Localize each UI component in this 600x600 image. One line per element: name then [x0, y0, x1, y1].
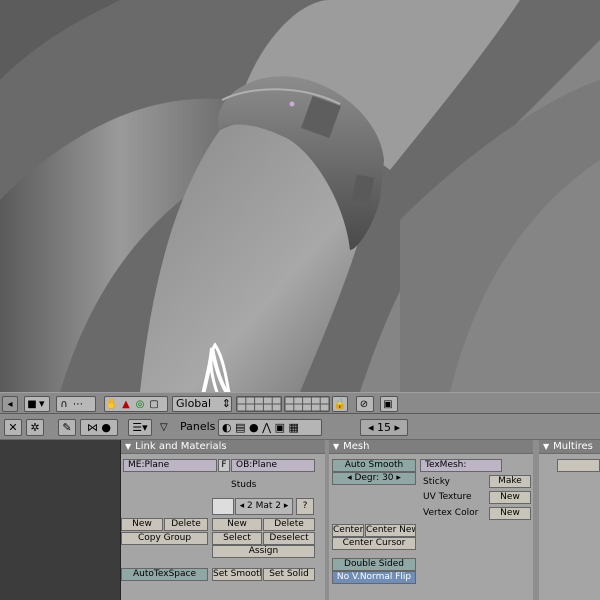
vertex-color-label: Vertex Color	[423, 508, 479, 518]
material-deselect-label: Deselect	[269, 533, 309, 543]
autotexspace-button[interactable]: AutoTexSpace	[121, 568, 208, 581]
mesh-header[interactable]: ▼ Mesh	[329, 440, 533, 454]
blender-window: ◂ ■ ▾ ∩ ⋯ ✋ ▲ ◎ ▢ Global ⇕ 🔒 ⊘ ▣ ✕ ✲ ✎ ⋈ ● ☰▾ …	[0, 0, 600, 600]
material-delete-button[interactable]: Delete	[263, 518, 315, 531]
link-materials-header[interactable]: ▼ Link and Materials	[121, 440, 325, 454]
object-name-value: OB:Plane	[236, 460, 277, 470]
center-new-label: Center New	[366, 525, 416, 535]
material-index-field[interactable]: ◂ 2 Mat 2 ▸	[235, 498, 293, 515]
degr-field[interactable]: ◂ Degr: 30 ▸	[332, 472, 416, 485]
material-assign-button[interactable]: Assign	[212, 545, 315, 558]
texmesh-field[interactable]: TexMesh:	[420, 459, 502, 472]
no-vnormal-flip-label: No V.Normal Flip	[336, 572, 412, 582]
vertex-color-new-label: New	[500, 508, 520, 518]
vgroup-new-button[interactable]: New	[121, 518, 163, 531]
multires-title: Multires	[553, 441, 593, 452]
logic-icon[interactable]: ✎	[58, 419, 76, 436]
panels-collapse-icon[interactable]: ▽	[160, 422, 168, 433]
cube-mode-icon[interactable]: ■ ▾	[24, 396, 50, 412]
window-type-icon[interactable]: ☰▾	[128, 419, 152, 436]
buttons-panels: ▼ Link and Materials ME:Plane F OB:Plane …	[121, 440, 600, 600]
autotexspace-label: AutoTexSpace	[133, 569, 196, 579]
mesh-name-field[interactable]: ME:Plane	[123, 459, 217, 472]
mesh-title: Mesh	[343, 441, 370, 452]
fake-user-label: F	[221, 460, 227, 470]
sticky-make-label: Make	[498, 476, 522, 486]
uv-texture-new-label: New	[500, 492, 520, 502]
lock-icon[interactable]: 🔒	[332, 396, 348, 412]
material-delete-label: Delete	[274, 519, 304, 529]
copy-group-button[interactable]: Copy Group	[121, 532, 208, 545]
multires-add-button[interactable]	[557, 459, 600, 472]
no-vnormal-flip-toggle[interactable]: No V.Normal Flip	[332, 571, 416, 584]
vertex-group-label: Studs	[231, 480, 257, 490]
mesh-panel: ▼ Mesh Auto Smooth ◂ Degr: 30 ▸ TexMesh: …	[329, 440, 533, 600]
close-icon[interactable]: ✕	[4, 419, 22, 436]
link-materials-panel: ▼ Link and Materials ME:Plane F OB:Plane …	[121, 440, 325, 600]
material-help-button[interactable]: ?	[296, 498, 314, 515]
texmesh-label: TexMesh:	[425, 460, 467, 470]
uv-texture-new-button[interactable]: New	[489, 491, 531, 504]
material-new-button[interactable]: New	[212, 518, 262, 531]
vgroup-new-label: New	[132, 519, 152, 529]
auto-smooth-toggle[interactable]: Auto Smooth	[332, 459, 416, 472]
material-assign-label: Assign	[248, 546, 279, 556]
ogl-render-icon[interactable]: ⊘	[356, 396, 374, 412]
material-select-button[interactable]: Select	[212, 532, 262, 545]
material-color-swatch[interactable]	[212, 498, 234, 515]
center-cursor-label: Center Cursor	[342, 538, 406, 548]
set-solid-label: Set Solid	[269, 569, 309, 579]
layer-grid-icon	[236, 396, 282, 412]
set-smooth-label: Set Smooth	[213, 569, 262, 579]
layer-grid-icon	[284, 396, 330, 412]
frame-number-field[interactable]: ◂ 15 ▸	[360, 419, 408, 436]
material-select-label: Select	[223, 533, 251, 543]
mesh-name-value: ME:Plane	[128, 460, 170, 470]
copy-group-label: Copy Group	[137, 533, 192, 543]
panels-label: Panels	[180, 420, 216, 433]
sticky-make-button[interactable]: Make	[489, 475, 531, 488]
vertex-color-new-button[interactable]: New	[489, 507, 531, 520]
view-menu-icon[interactable]: ◂	[2, 396, 18, 412]
center-cursor-button[interactable]: Center Cursor	[332, 537, 416, 550]
multires-panel: ▼ Multires	[539, 440, 600, 600]
center-label: Center	[333, 525, 364, 535]
uv-texture-label: UV Texture	[423, 492, 472, 502]
material-help-label: ?	[302, 501, 308, 511]
object-name-field[interactable]: OB:Plane	[231, 459, 315, 472]
fake-user-button[interactable]: F	[218, 459, 230, 472]
orientation-select-label: Global	[176, 397, 212, 410]
center-new-button[interactable]: Center New	[365, 524, 416, 537]
material-index-value: 2 Mat 2	[247, 501, 281, 511]
double-sided-toggle[interactable]: Double Sided	[332, 558, 416, 571]
magnet-icon[interactable]: ∩ ⋯	[56, 396, 96, 412]
material-deselect-button[interactable]: Deselect	[263, 532, 315, 545]
3d-header-toolbar: ◂ ■ ▾ ∩ ⋯ ✋ ▲ ◎ ▢ Global ⇕ 🔒 ⊘ ▣	[0, 392, 600, 414]
left-dark-region	[0, 440, 121, 600]
layer-buttons-2[interactable]	[284, 396, 330, 412]
script-icons[interactable]: ⋈ ●	[80, 419, 118, 436]
layer-buttons-1[interactable]	[236, 396, 282, 412]
double-sided-label: Double Sided	[344, 559, 404, 569]
degr-value: Degr: 30	[354, 473, 394, 483]
sticky-label: Sticky	[423, 477, 450, 487]
set-solid-button[interactable]: Set Solid	[263, 568, 315, 581]
multires-header[interactable]: ▼ Multires	[539, 440, 600, 454]
material-new-label: New	[227, 519, 247, 529]
orientation-select[interactable]: Global ⇕	[172, 396, 232, 412]
manipulator-icons[interactable]: ✋ ▲ ◎ ▢	[104, 396, 168, 412]
context-icons[interactable]: ◐ ▤ ● ⋀ ▣ ▦	[218, 419, 322, 436]
frame-number: 15	[377, 421, 391, 434]
auto-smooth-label: Auto Smooth	[344, 460, 404, 470]
center-button[interactable]: Center	[332, 524, 364, 537]
vgroup-delete-label: Delete	[171, 519, 201, 529]
set-smooth-button[interactable]: Set Smooth	[212, 568, 262, 581]
buttons-header: ✕ ✲ ✎ ⋈ ● ☰▾ ▽ Panels ◐ ▤ ● ⋀ ▣ ▦ ◂ 15 ▸	[0, 414, 600, 440]
link-materials-title: Link and Materials	[135, 441, 227, 452]
gear-icon[interactable]: ✲	[26, 419, 44, 436]
render-icon[interactable]: ▣	[380, 396, 398, 412]
vgroup-delete-button[interactable]: Delete	[164, 518, 208, 531]
